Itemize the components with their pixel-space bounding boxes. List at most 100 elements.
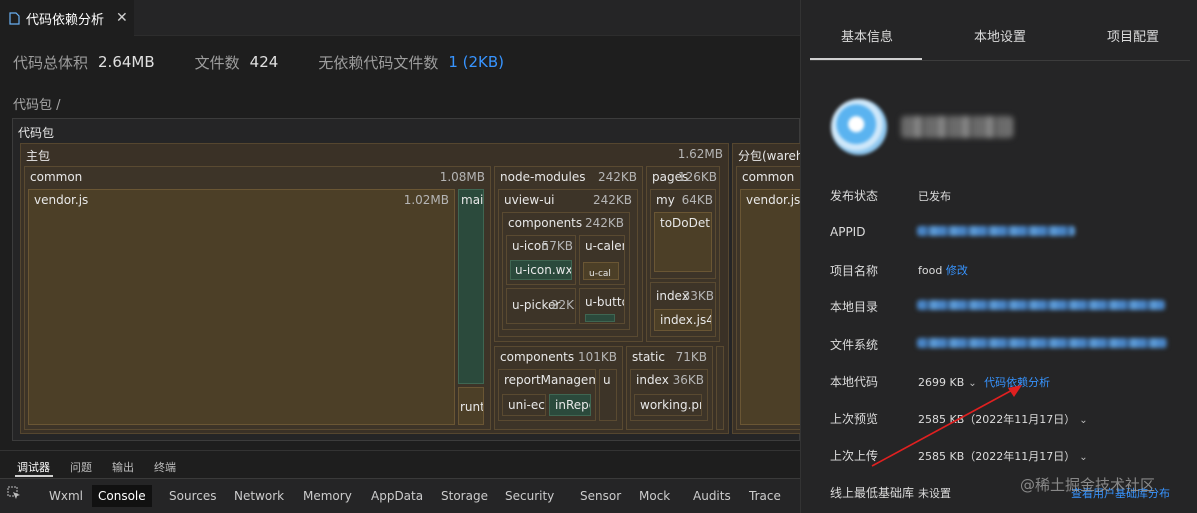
tab-local-settings[interactable]: 本地设置 [974, 26, 1026, 45]
u-button-file-block[interactable] [585, 314, 615, 322]
static-block[interactable]: static 71KB index 36KB working.pn [626, 346, 713, 430]
working-png-label: working.pn [640, 398, 702, 412]
u-calendar-file-block[interactable]: u-cal [583, 262, 619, 280]
report-management-label: reportManageme [504, 373, 595, 387]
misc-small-block[interactable] [716, 346, 724, 430]
common-block[interactable]: common 1.08MB vendor.js 1.02MB mai runt [24, 166, 491, 430]
sub-common-block[interactable]: common vendor.js [736, 166, 801, 430]
main-package-block[interactable]: 主包 1.62MB common 1.08MB vendor.js 1.02MB… [20, 143, 729, 434]
uview-components-block[interactable]: components 242KB u-icon 57KB u-icon.wx u… [502, 212, 630, 330]
app-avatar [831, 99, 887, 155]
runtime-js-block[interactable]: runt [458, 387, 484, 425]
report-management-block[interactable]: reportManageme uni-ec- inRepo [498, 369, 596, 421]
in-report-block[interactable]: inRepo [549, 394, 591, 416]
uview-ui-size: 242KB [592, 193, 632, 207]
project-name-value: food [918, 264, 943, 277]
u-picker-size: 22K [550, 298, 574, 312]
tab-wxml[interactable]: Wxml [43, 485, 89, 507]
chevron-down-icon[interactable]: ⌄ [1079, 452, 1087, 463]
main-package-size: 1.62MB [677, 147, 723, 161]
breadcrumb[interactable]: 代码包 / [13, 94, 61, 113]
app-name-redacted [901, 116, 1013, 138]
index-js-block[interactable]: index.js4 [654, 309, 712, 331]
sub-package-block[interactable]: 分包(wareho common vendor.js [732, 143, 802, 434]
my-label: my [656, 193, 675, 207]
sub-vendor-label: vendor.js [746, 193, 801, 207]
static-index-size: 36KB [672, 373, 704, 387]
tab-code-dependency-analysis[interactable]: 代码依赖分析 ✕ [0, 0, 134, 36]
components-block[interactable]: components 101KB reportManageme uni-ec- … [494, 346, 623, 430]
project-name-row: food 修改 [918, 262, 968, 278]
u-button-block[interactable]: u-butto [579, 288, 625, 324]
tab-trace[interactable]: Trace [743, 485, 787, 507]
tab-security[interactable]: Security [499, 485, 560, 507]
tab-console[interactable]: Console [92, 485, 152, 507]
pages-block[interactable]: pages 126KB my 64KB toDoDet index 33KB i… [646, 166, 720, 342]
tab-terminal[interactable]: 终端 [154, 459, 176, 475]
tab-mock[interactable]: Mock [633, 485, 676, 507]
tab-sensor[interactable]: Sensor [574, 485, 627, 507]
min-base-lib-value: 未设置 [918, 487, 951, 500]
edit-name-link[interactable]: 修改 [946, 264, 968, 277]
my-block[interactable]: my 64KB toDoDet [650, 189, 716, 279]
index-page-size: 33KB [682, 289, 714, 303]
node-modules-size: 242KB [597, 170, 637, 184]
components-size: 101KB [577, 350, 617, 364]
static-index-label: index [636, 373, 669, 387]
index-page-block[interactable]: index 33KB index.js4 [650, 282, 716, 337]
uview-components-size: 242KB [584, 216, 624, 230]
summary-bar: 代码总体积 2.64MB 文件数 424 无依赖代码文件数 1 (2KB) [0, 40, 800, 84]
min-base-lib-label: 线上最低基础库 [830, 486, 915, 500]
file-count-label: 文件数 [194, 53, 240, 72]
tab-network[interactable]: Network [228, 485, 290, 507]
in-report-label: inRepo [555, 398, 590, 412]
node-modules-block[interactable]: node-modules 242KB uview-ui 242KB compon… [494, 166, 643, 342]
uview-ui-block[interactable]: uview-ui 242KB components 242KB u-icon 5… [498, 189, 638, 337]
local-dir-label: 本地目录 [830, 300, 879, 314]
u-small-block[interactable]: u [599, 369, 617, 421]
sub-vendor-block[interactable]: vendor.js [740, 189, 801, 425]
main-js-block[interactable]: mai [458, 189, 484, 384]
tab-audits[interactable]: Audits [687, 485, 737, 507]
common-label: common [30, 170, 83, 184]
total-size-value: 2.64MB [98, 53, 155, 71]
uni-ec-block[interactable]: uni-ec- [502, 394, 546, 416]
index-js-label: index.js4 [660, 313, 712, 327]
u-calendar-block[interactable]: u-calen u-cal [579, 235, 625, 285]
treemap-root-label: 代码包 [18, 126, 55, 140]
appid-label: APPID [830, 225, 866, 239]
u-icon-block[interactable]: u-icon 57KB u-icon.wx [506, 235, 576, 285]
no-dependency-label: 无依赖代码文件数 [318, 53, 439, 72]
vendor-js-block[interactable]: vendor.js 1.02MB [28, 189, 455, 425]
tab-output[interactable]: 输出 [112, 459, 134, 475]
tab-debugger[interactable]: 调试器 [17, 459, 50, 475]
tab-memory[interactable]: Memory [297, 485, 358, 507]
tab-title: 代码依赖分析 [26, 12, 105, 28]
tab-basic-info[interactable]: 基本信息 [841, 26, 893, 45]
tab-project-config[interactable]: 项目配置 [1107, 26, 1159, 45]
u-calendar-label: u-calen [585, 239, 625, 253]
vendor-js-size: 1.02MB [403, 193, 449, 207]
tab-storage[interactable]: Storage [435, 485, 494, 507]
inspect-element-icon[interactable] [7, 486, 21, 500]
file-system-redacted[interactable] [917, 338, 1167, 348]
watermark: @稀土掘金技术社区 [1020, 476, 1156, 494]
no-dependency-link[interactable]: 1 (2KB) [448, 53, 504, 71]
tab-appdata[interactable]: AppData [365, 485, 429, 507]
sub-common-label: common [742, 170, 795, 184]
local-dir-redacted[interactable] [917, 300, 1165, 310]
u-icon-wxss-block[interactable]: u-icon.wx [510, 260, 572, 280]
close-icon[interactable]: ✕ [116, 10, 128, 26]
todo-detail-block[interactable]: toDoDet [654, 212, 712, 272]
tab-problems[interactable]: 问题 [70, 459, 92, 475]
static-index-block[interactable]: index 36KB working.pn [630, 369, 708, 421]
u-picker-block[interactable]: u-picker 22K [506, 288, 576, 324]
node-modules-label: node-modules [500, 170, 586, 184]
project-name-label: 项目名称 [830, 264, 879, 278]
chevron-down-icon[interactable]: ⌄ [1079, 415, 1087, 426]
static-size: 71KB [675, 350, 707, 364]
tab-sources[interactable]: Sources [163, 485, 222, 507]
working-png-block[interactable]: working.pn [634, 394, 702, 416]
u-button-label: u-butto [585, 295, 625, 309]
debug-panel-tabs: 调试器 问题 输出 终端 [0, 450, 800, 477]
